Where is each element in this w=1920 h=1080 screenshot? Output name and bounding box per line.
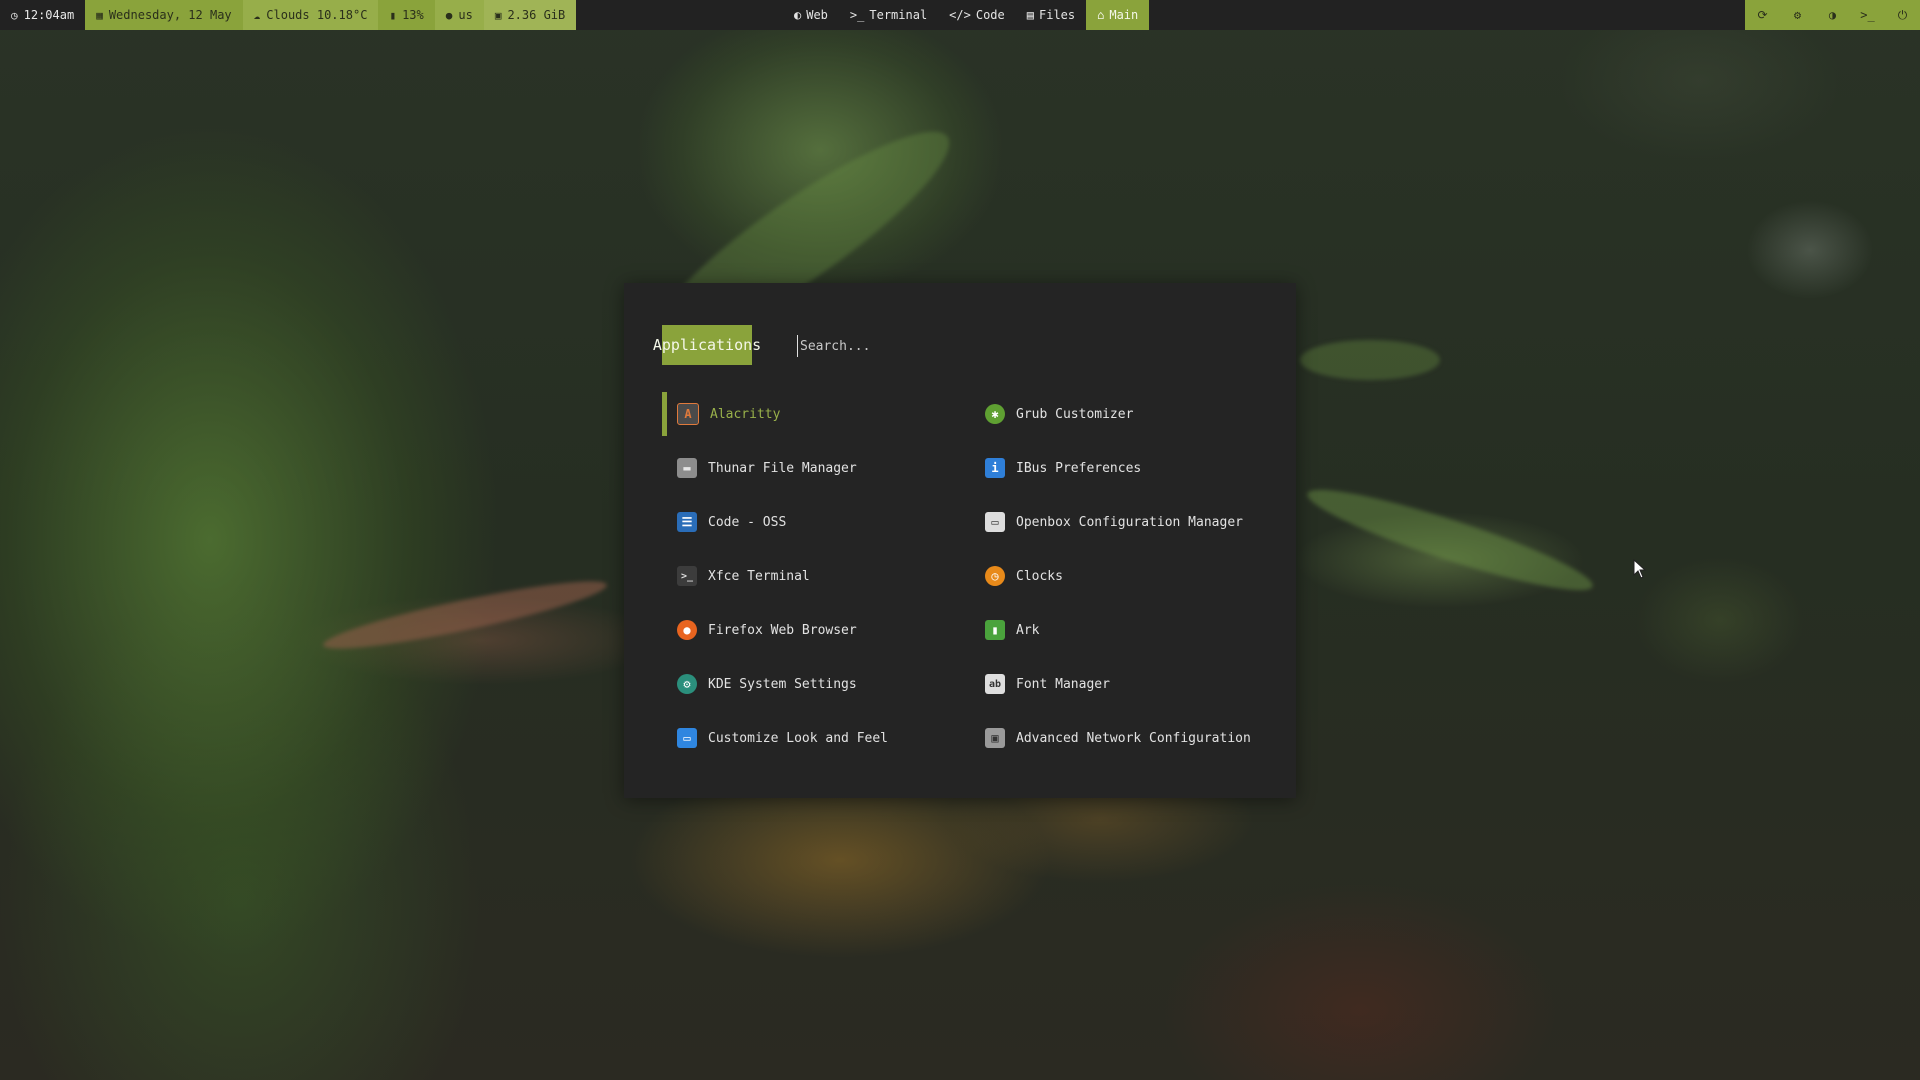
clock-icon: ◷ bbox=[985, 566, 1005, 586]
app-label: Code - OSS bbox=[708, 514, 787, 530]
code-icon: </> bbox=[949, 8, 971, 22]
gear-icon: ⚙ bbox=[1793, 8, 1802, 22]
night-mode-button[interactable]: ◑ bbox=[1815, 0, 1850, 30]
battery-module[interactable]: ▮ 13% bbox=[378, 0, 434, 30]
weather-text: Clouds 10.18°C bbox=[266, 8, 368, 22]
workspace-code[interactable]: </> Code bbox=[938, 0, 1016, 30]
network-icon: ▣ bbox=[985, 728, 1005, 748]
firefox-icon: ● bbox=[677, 620, 697, 640]
app-label: Advanced Network Configuration bbox=[1016, 730, 1251, 746]
app-label: Xfce Terminal bbox=[708, 568, 810, 584]
battery-text: 13% bbox=[402, 8, 424, 22]
terminal-icon: >_ bbox=[849, 8, 865, 22]
workspace-switcher: ◐ Web >_ Terminal </> Code ▤ Files ⌂ Mai… bbox=[783, 0, 1150, 30]
battery-icon: ▮ bbox=[389, 8, 397, 22]
app-label: KDE System Settings bbox=[708, 676, 857, 692]
app-label: Clocks bbox=[1016, 568, 1063, 584]
xfce-terminal-icon: >_ bbox=[677, 566, 697, 586]
workspace-label: Main bbox=[1109, 8, 1139, 22]
app-item-clocks[interactable]: ◷ Clocks bbox=[970, 549, 1262, 603]
home-icon: ⌂ bbox=[1097, 8, 1105, 22]
app-launcher: Applications A Alacritty ✱ Grub Customiz… bbox=[624, 283, 1296, 798]
app-list: A Alacritty ✱ Grub Customizer ▬ Thunar F… bbox=[662, 387, 1262, 765]
grub-customizer-icon: ✱ bbox=[985, 404, 1005, 424]
keyboard-module[interactable]: ● us bbox=[434, 0, 484, 30]
app-label: Firefox Web Browser bbox=[708, 622, 857, 638]
moon-icon: ◑ bbox=[1828, 8, 1837, 22]
weather-module[interactable]: ☁ Clouds 10.18°C bbox=[242, 0, 379, 30]
memory-text: 2.36 GiB bbox=[507, 8, 566, 22]
globe-icon: ◐ bbox=[794, 8, 802, 22]
power-button[interactable]: ⏻ bbox=[1885, 0, 1920, 30]
app-item-ibus-preferences[interactable]: i IBus Preferences bbox=[970, 441, 1262, 495]
calendar-icon: ▦ bbox=[96, 8, 103, 22]
workspace-label: Code bbox=[975, 8, 1005, 22]
code-oss-icon: ☰ bbox=[677, 512, 697, 532]
status-modules: ◷ 12:04am ▦ Wednesday, 12 May ☁ Clouds 1… bbox=[0, 0, 577, 30]
app-label: Ark bbox=[1016, 622, 1040, 638]
app-item-xfce-terminal[interactable]: >_ Xfce Terminal bbox=[662, 549, 970, 603]
kde-settings-icon: ⚙ bbox=[677, 674, 697, 694]
ark-icon: ▮ bbox=[985, 620, 1005, 640]
app-label: Openbox Configuration Manager bbox=[1016, 514, 1243, 530]
refresh-icon: ⟳ bbox=[1757, 8, 1768, 22]
app-label: Alacritty bbox=[710, 406, 781, 422]
session-controls: ⟳ ⚙ ◑ >_ ⏻ bbox=[1745, 0, 1920, 30]
app-item-thunar[interactable]: ▬ Thunar File Manager bbox=[662, 441, 970, 495]
app-label: Font Manager bbox=[1016, 676, 1110, 692]
clock-module[interactable]: ◷ 12:04am bbox=[0, 0, 86, 30]
power-icon: ⏻ bbox=[1897, 7, 1908, 22]
date-module[interactable]: ▦ Wednesday, 12 May bbox=[85, 0, 242, 30]
app-item-grub-customizer[interactable]: ✱ Grub Customizer bbox=[970, 387, 1262, 441]
app-item-customize-look-and-feel[interactable]: ▭ Customize Look and Feel bbox=[662, 711, 970, 765]
workspace-label: Web bbox=[806, 8, 828, 22]
mode-label[interactable]: Applications bbox=[653, 325, 761, 365]
terminal-prompt-icon: >_ bbox=[1860, 8, 1875, 22]
ibus-icon: i bbox=[985, 458, 1005, 478]
cloud-icon: ☁ bbox=[253, 8, 261, 22]
app-item-openbox-config[interactable]: ▭ Openbox Configuration Manager bbox=[970, 495, 1262, 549]
workspace-files[interactable]: ▤ Files bbox=[1016, 0, 1086, 30]
alacritty-icon: A bbox=[677, 403, 699, 425]
app-label: IBus Preferences bbox=[1016, 460, 1142, 476]
openbox-icon: ▭ bbox=[985, 512, 1005, 532]
top-bar: ◷ 12:04am ▦ Wednesday, 12 May ☁ Clouds 1… bbox=[0, 0, 1920, 30]
app-item-code-oss[interactable]: ☰ Code - OSS bbox=[662, 495, 970, 549]
memory-module[interactable]: ▣ 2.36 GiB bbox=[483, 0, 577, 30]
workspace-web[interactable]: ◐ Web bbox=[783, 0, 839, 30]
app-label: Thunar File Manager bbox=[708, 460, 857, 476]
branch-shape bbox=[1300, 340, 1440, 380]
font-manager-icon: ab bbox=[985, 674, 1005, 694]
app-item-advanced-network-config[interactable]: ▣ Advanced Network Configuration bbox=[970, 711, 1262, 765]
date-text: Wednesday, 12 May bbox=[108, 8, 232, 22]
app-item-ark[interactable]: ▮ Ark bbox=[970, 603, 1262, 657]
keyboard-layout: us bbox=[458, 8, 473, 22]
look-and-feel-icon: ▭ bbox=[677, 728, 697, 748]
app-label: Customize Look and Feel bbox=[708, 730, 889, 746]
refresh-button[interactable]: ⟳ bbox=[1745, 0, 1780, 30]
workspace-main[interactable]: ⌂ Main bbox=[1086, 0, 1150, 30]
memory-icon: ▣ bbox=[494, 8, 502, 22]
search-input[interactable] bbox=[797, 335, 1260, 357]
branch-shape bbox=[320, 570, 610, 660]
terminal-button[interactable]: >_ bbox=[1850, 0, 1885, 30]
workspace-terminal[interactable]: >_ Terminal bbox=[839, 0, 938, 30]
app-item-alacritty[interactable]: A Alacritty bbox=[662, 387, 970, 441]
app-item-firefox[interactable]: ● Firefox Web Browser bbox=[662, 603, 970, 657]
app-label: Grub Customizer bbox=[1016, 406, 1134, 422]
settings-button[interactable]: ⚙ bbox=[1780, 0, 1815, 30]
branch-shape bbox=[1301, 474, 1599, 606]
user-icon: ● bbox=[445, 8, 453, 22]
clock-time: 12:04am bbox=[23, 8, 75, 22]
file-icon: ▤ bbox=[1026, 8, 1034, 22]
app-item-font-manager[interactable]: ab Font Manager bbox=[970, 657, 1262, 711]
workspace-label: Files bbox=[1039, 8, 1076, 22]
workspace-label: Terminal bbox=[869, 8, 928, 22]
app-item-kde-system-settings[interactable]: ⚙ KDE System Settings bbox=[662, 657, 970, 711]
mouse-pointer-icon bbox=[1633, 559, 1647, 579]
clock-icon: ◷ bbox=[11, 8, 18, 22]
thunar-icon: ▬ bbox=[677, 458, 697, 478]
